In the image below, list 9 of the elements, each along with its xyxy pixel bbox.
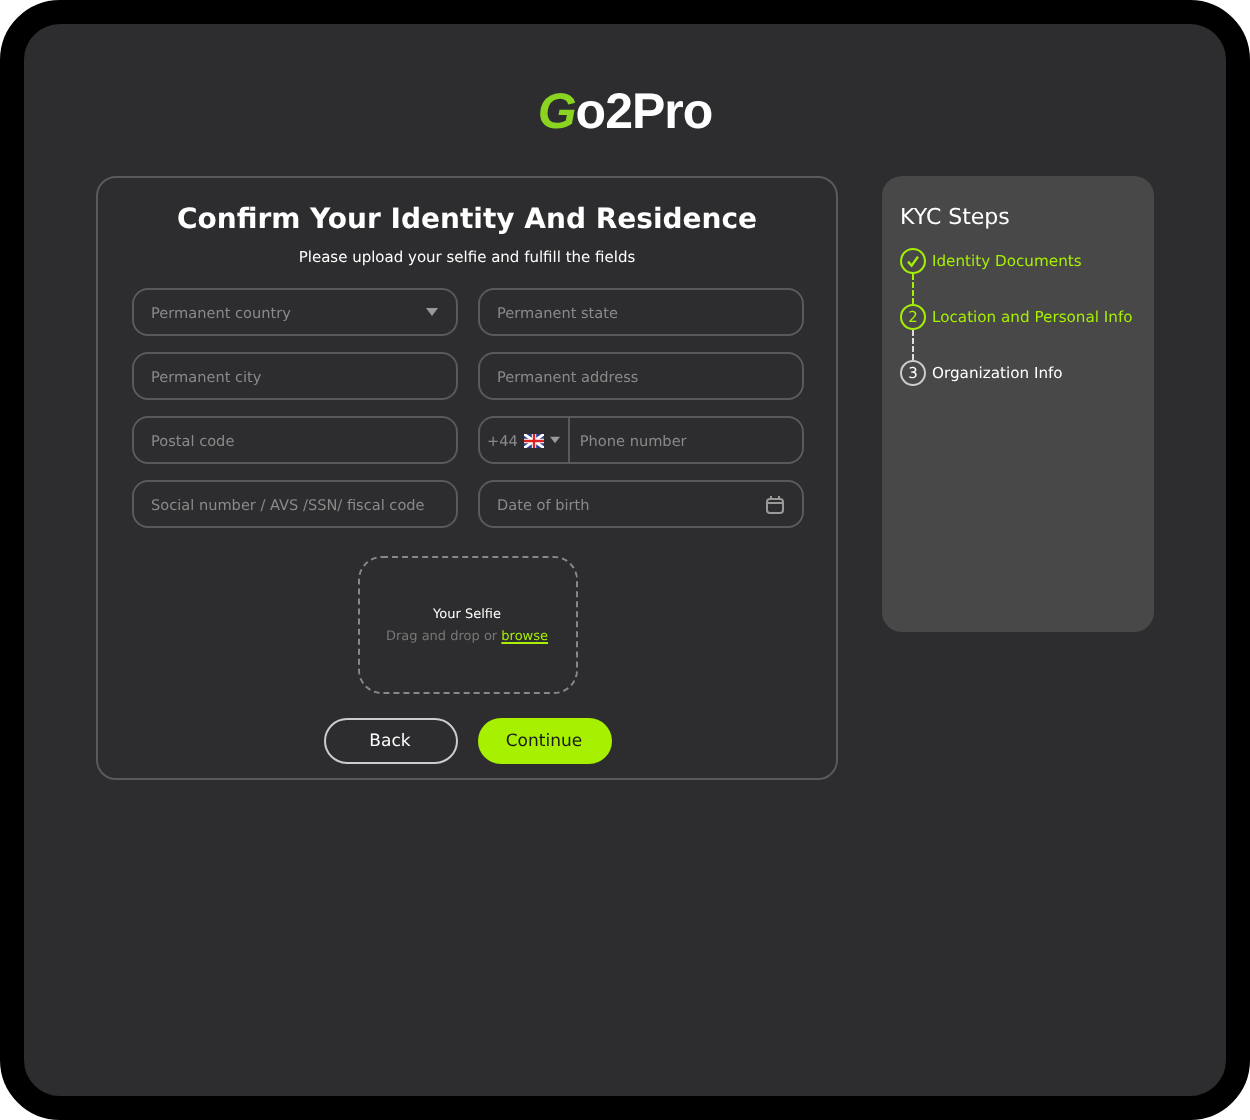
back-button[interactable]: Back [323, 718, 457, 764]
caret-icon [549, 436, 560, 444]
steps-title: KYC Steps [900, 204, 1012, 230]
logo: Go2Pro [535, 84, 715, 142]
caret-icon [425, 308, 437, 316]
continue-button[interactable]: Continue [477, 718, 611, 764]
calendar-icon [765, 495, 783, 513]
form-title: Confirm Your Identity And Residence [176, 204, 758, 236]
flag-icon [523, 433, 544, 447]
